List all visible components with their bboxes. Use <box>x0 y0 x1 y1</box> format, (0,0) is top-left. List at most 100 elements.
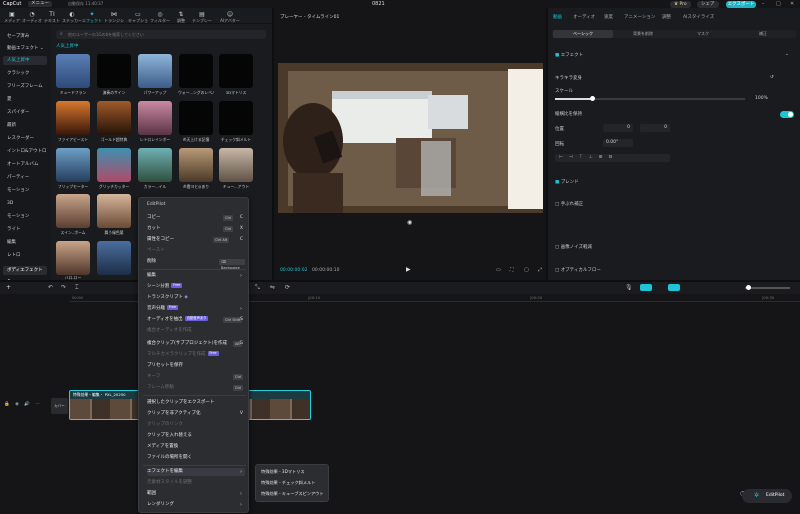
effect-thumbnail[interactable] <box>138 54 172 88</box>
stabilize-row[interactable]: □ 手ぶれ補正 <box>555 201 583 207</box>
menu-item-save-preset[interactable]: プリセットを保存 <box>147 362 245 370</box>
menu-item-transcript[interactable]: トランスクリプト ◆ <box>147 294 245 302</box>
menu-item-replace-media[interactable]: メディアを置換 <box>147 443 245 451</box>
tool-text[interactable]: TI テキスト <box>42 11 62 24</box>
uniform-scale-toggle[interactable] <box>780 111 794 118</box>
menu-item-delete[interactable]: 削除 ⌫ Backspace <box>147 258 245 270</box>
crop-tool-icon[interactable]: ⤡ <box>255 284 260 292</box>
effect-thumbnail[interactable] <box>56 241 90 275</box>
submenu-item[interactable]: 特殊効果 - チェック斜メルト <box>261 480 315 486</box>
nav-item-selected[interactable]: 人気上昇中 <box>3 56 47 65</box>
nav-item[interactable]: 動画エフェクト ⌄ <box>3 44 47 53</box>
crop-icon[interactable]: ⛶ <box>510 267 514 273</box>
search-input[interactable]: ⌕ 他のユーザーの1Gのbを検索してください <box>56 30 266 39</box>
nav-item[interactable]: クラシック <box>3 69 47 78</box>
cover-button[interactable]: カバー <box>51 398 68 414</box>
nav-item[interactable]: ボディエフェクト ⌄ <box>3 266 47 282</box>
effect-thumbnail[interactable] <box>138 101 172 135</box>
effect-thumbnail[interactable] <box>219 54 253 88</box>
nav-item[interactable]: オートアルバム <box>3 160 47 169</box>
subtab-basic[interactable]: ベーシック <box>553 30 613 38</box>
effects-section[interactable]: ■ エフェクト <box>555 52 583 58</box>
alignment-buttons[interactable]: ⊢⊣⊤⊥⊞⊟ <box>555 154 670 162</box>
effect-thumbnail[interactable] <box>219 101 253 135</box>
position-y-input[interactable]: 0 <box>640 124 670 132</box>
subtab-correction[interactable]: 補正 <box>733 30 793 38</box>
subtab-remove-bg[interactable]: 背景を削除 <box>613 30 673 38</box>
snap-toggle[interactable] <box>640 284 652 291</box>
nav-item[interactable]: イントロ&アウトロ <box>3 147 47 156</box>
effect-thumbnail[interactable] <box>138 148 172 182</box>
close-icon[interactable]: ✕ <box>790 1 794 7</box>
tool-sticker[interactable]: ◐ ステッカー <box>62 11 82 24</box>
effect-thumbnail[interactable] <box>97 148 131 182</box>
fit-icon[interactable]: ▭ <box>496 267 501 273</box>
effect-thumbnail[interactable] <box>179 148 213 182</box>
redo-icon[interactable]: ↷ <box>61 284 66 291</box>
effect-thumbnail[interactable] <box>56 148 90 182</box>
share-button[interactable]: シェア <box>697 0 719 8</box>
menu-item-copy[interactable]: コピー Ctrl C <box>147 214 245 222</box>
nav-item[interactable]: 3D <box>3 199 47 208</box>
menu-item-render[interactable]: レンダリング › <box>147 501 245 509</box>
menu-button[interactable]: メニュー <box>28 1 52 7</box>
scale-value[interactable]: 100% <box>755 96 768 101</box>
rotate-icon[interactable]: ⟳ <box>285 284 290 291</box>
scale-slider-handle[interactable] <box>590 96 595 101</box>
video-preview[interactable] <box>278 63 543 213</box>
effect-thumbnail[interactable] <box>97 101 131 135</box>
fullscreen-icon[interactable]: ⤢ <box>538 267 542 273</box>
effect-thumbnail[interactable] <box>97 194 131 228</box>
nav-item[interactable]: レスクーダー <box>3 134 47 143</box>
tool-filter[interactable]: ◎ フィルター <box>150 11 170 24</box>
menu-item-export-clips[interactable]: 選択したクリップをエクスポート <box>147 399 245 407</box>
nav-item[interactable]: モーション <box>3 212 47 221</box>
target-icon[interactable]: ◉ <box>407 219 412 226</box>
tab-adjust[interactable]: 調整 <box>662 14 671 20</box>
split-icon[interactable]: ⌶ <box>75 284 79 292</box>
nav-item[interactable]: スパイダー <box>3 108 47 117</box>
chevron-down-icon[interactable]: ⌄ <box>785 52 789 57</box>
track-controls[interactable]: 🔒 ◉ 🔊 ⋯ <box>4 402 42 407</box>
menu-item-scene-split[interactable]: シーン分割 Free <box>147 283 245 291</box>
nav-item[interactable]: セーブ済み <box>3 32 47 41</box>
tool-audio[interactable]: ◔ オーディオ <box>22 11 42 24</box>
undo-icon[interactable]: ↶ <box>48 284 53 291</box>
effect-thumbnail[interactable] <box>56 101 90 135</box>
export-button[interactable]: エクスポート <box>726 0 756 8</box>
subtab-mask[interactable]: マスク <box>673 30 733 38</box>
nav-item[interactable]: モーション <box>3 186 47 195</box>
tool-effects[interactable]: ✦ エフェクト <box>82 11 102 24</box>
nav-item[interactable]: 編集 <box>3 238 47 247</box>
effect-thumbnail[interactable] <box>179 101 213 135</box>
effect-thumbnail[interactable] <box>219 148 253 182</box>
tab-video[interactable]: 動画 <box>553 14 562 20</box>
maximize-icon[interactable]: □ <box>776 1 781 7</box>
microphone-icon[interactable]: 🎙 <box>625 284 633 291</box>
nav-item[interactable]: レトロ <box>3 251 47 260</box>
pro-button[interactable]: ♛ Pro <box>670 0 691 8</box>
tool-media[interactable]: ▣ メディア <box>2 11 22 24</box>
submenu-item[interactable]: 特殊効果 - キューブスピンアウト <box>261 491 324 497</box>
link-toggle[interactable] <box>668 284 680 291</box>
tool-adjust[interactable]: ⇅ 調整 <box>171 11 191 24</box>
nav-item[interactable]: フリーズフレーム <box>3 82 47 91</box>
zoom-slider[interactable] <box>745 287 790 289</box>
tab-audio[interactable]: オーディオ <box>573 14 595 20</box>
play-icon[interactable]: ▶ <box>406 266 411 273</box>
ratio-icon[interactable]: ▢ <box>524 267 529 273</box>
menu-item-swap-clips[interactable]: クリップを入れ替える <box>147 432 245 440</box>
noise-reduction-row[interactable]: □ 画像ノイズ軽減 <box>555 244 592 250</box>
rotation-input[interactable]: 0.00° <box>603 139 633 147</box>
effect-thumbnail[interactable] <box>97 241 131 275</box>
tool-ai-avatar[interactable]: ☺ AIアバター <box>220 11 240 24</box>
tab-ai-stylize[interactable]: AIスタイライズ <box>683 14 714 20</box>
effect-thumbnail[interactable] <box>56 54 90 88</box>
mirror-icon[interactable]: ⇋ <box>270 284 275 291</box>
tab-animation[interactable]: アニメーション <box>624 14 655 20</box>
editpilot-button[interactable]: ✲ EditPilot <box>742 489 792 503</box>
effect-thumbnail[interactable] <box>179 54 213 88</box>
optical-flow-row[interactable]: □ オプティカルフロー <box>555 267 601 273</box>
nav-item[interactable]: 夏 <box>3 95 47 104</box>
nav-item[interactable]: 最新 <box>3 121 47 130</box>
